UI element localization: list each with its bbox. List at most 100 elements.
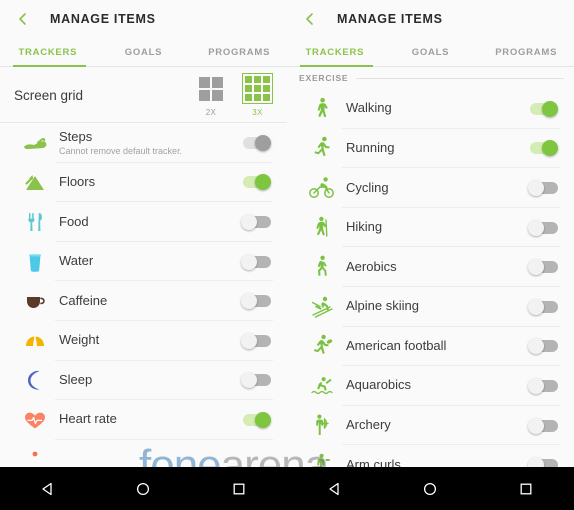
right-nav-group [287,467,574,510]
list-item-text: Caffeine [55,293,239,309]
back-button[interactable] [10,6,36,32]
list-item-title: Aquarobics [346,377,412,393]
aquarobics-icon [301,371,342,401]
list-item[interactable]: Archery [287,406,574,446]
list-item[interactable]: Water [0,242,287,282]
back-button[interactable] [297,6,323,32]
list-item[interactable]: Hiking [287,208,574,248]
tab-trackers[interactable]: TRACKERS [287,37,383,67]
list-item[interactable]: Running [287,129,574,169]
list-item[interactable]: American football [287,327,574,367]
list-item[interactable]: Cycling [287,168,574,208]
crescent-moon-icon [14,365,55,395]
toggle-switch[interactable] [526,337,560,355]
grid-option-3x-caption: 3X [252,108,263,117]
list-item-text: Sleep [55,372,239,388]
right-tab-bar: TRACKERS GOALS PROGRAMS [287,37,574,67]
toggle-switch[interactable] [526,377,560,395]
mountain-icon [14,167,55,197]
tab-trackers[interactable]: TRACKERS [0,37,96,67]
tab-goals[interactable]: GOALS [383,37,479,67]
toggle-switch[interactable] [526,298,560,316]
square-icon [231,481,247,497]
toggle-switch[interactable] [526,258,560,276]
shoe-icon [14,128,55,158]
list-item[interactable]: Sleep [0,361,287,401]
toggle-switch[interactable] [526,219,560,237]
tab-goals[interactable]: GOALS [96,37,192,67]
list-item[interactable]: Alpine skiing [287,287,574,327]
list-item-title: Food [59,213,89,229]
list-item-title: Aerobics [346,258,397,274]
toggle-switch[interactable] [526,179,560,197]
list-item-title: Heart rate [59,411,117,427]
toggle-switch[interactable] [239,253,273,271]
right-appbar: MANAGE ITEMS [287,0,574,37]
list-item-title: Cycling [346,179,389,195]
list-item[interactable]: Aquarobics [287,366,574,406]
list-item[interactable]: Food [0,202,287,242]
right-tracker-list: Walking Running Cycling Hiking Aerobics … [287,89,574,485]
list-item-text: Steps Cannot remove default tracker. [55,129,239,156]
list-item[interactable]: Heart rate [0,400,287,440]
section-header-exercise: EXERCISE [287,67,574,89]
back-nav-button[interactable] [28,474,68,504]
list-item-text: Heart rate [55,412,239,427]
toggle-switch[interactable] [239,134,273,152]
grid-3x3-icon [242,73,273,104]
toggle-switch[interactable] [239,173,273,191]
list-item-text: Floors [55,174,239,190]
list-item-title: Alpine skiing [346,298,419,314]
page-title: MANAGE ITEMS [50,11,156,26]
triangle-left-icon [327,481,343,497]
list-item-text: Aerobics [342,258,526,275]
list-item[interactable]: Steps Cannot remove default tracker. [0,123,287,163]
screen-grid-options: 2X 3X [196,73,273,117]
toggle-switch[interactable] [239,371,273,389]
recents-nav-button[interactable] [219,474,259,504]
left-tab-bar: TRACKERS GOALS PROGRAMS [0,37,287,67]
list-item-text: Cycling [342,179,526,196]
home-nav-button[interactable] [410,474,450,504]
screen-grid-label: Screen grid [14,87,84,103]
grid-option-2x[interactable]: 2X [196,74,226,117]
list-item-text: Walking [342,100,526,116]
toggle-switch[interactable] [239,213,273,231]
list-item-title: Running [346,139,395,155]
list-item[interactable]: Walking [287,89,574,129]
aerobics-icon [301,252,342,282]
cutlery-icon [14,207,55,237]
list-item-text: Archery [342,417,526,433]
list-item-text: American football [342,338,526,354]
grid-option-3x[interactable]: 3X [242,73,273,117]
toggle-switch[interactable] [526,139,560,157]
section-header-label: EXERCISE [299,73,349,83]
list-item[interactable]: Caffeine [0,281,287,321]
grid-option-2x-caption: 2X [205,108,217,117]
skiing-icon [301,292,342,322]
tab-active-indicator [300,64,373,67]
square-icon [518,481,534,497]
toggle-switch[interactable] [526,100,560,118]
tab-programs[interactable]: PROGRAMS [191,37,287,67]
toggle-switch[interactable] [239,292,273,310]
list-item[interactable]: Floors [0,163,287,203]
list-item-title: Weight [59,332,100,348]
list-item[interactable]: Weight [0,321,287,361]
list-item[interactable]: Aerobics [287,247,574,287]
tab-programs[interactable]: PROGRAMS [478,37,574,67]
toggle-switch[interactable] [526,417,560,435]
weight-scale-icon [14,326,55,356]
screenshot-root: MANAGE ITEMS TRACKERS GOALS PROGRAMS Scr… [0,0,574,510]
toggle-switch[interactable] [239,332,273,350]
list-item-title: Archery [346,417,391,433]
recents-nav-button[interactable] [506,474,546,504]
toggle-switch[interactable] [239,411,273,429]
home-nav-button[interactable] [123,474,163,504]
list-item-text: Weight [55,332,239,348]
back-nav-button[interactable] [315,474,355,504]
list-item-text: Aquarobics [342,378,526,393]
cycling-icon [301,173,342,203]
chevron-left-icon [16,12,30,26]
right-phone-screen: MANAGE ITEMS TRACKERS GOALS PROGRAMS EXE… [287,0,574,510]
